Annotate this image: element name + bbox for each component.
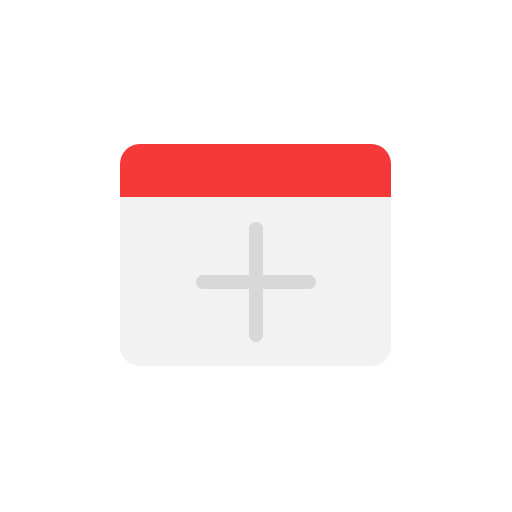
tab-header-bar [120,144,391,197]
add-tab-button[interactable] [120,144,391,366]
canvas [0,0,512,512]
plus-icon [196,222,316,342]
